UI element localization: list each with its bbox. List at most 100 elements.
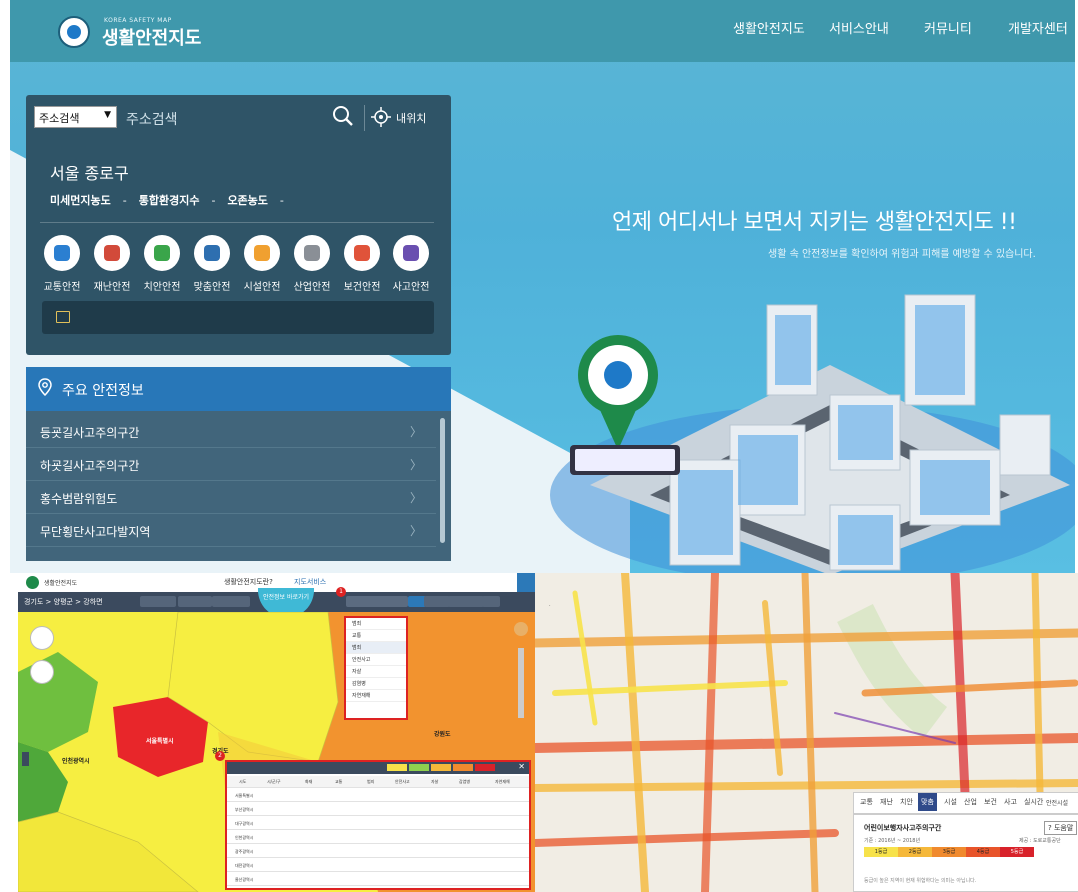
annotation-badge-2: 2 bbox=[215, 751, 225, 761]
dropdown-item[interactable]: 범죄 bbox=[346, 618, 406, 630]
compass-icon[interactable] bbox=[514, 622, 528, 636]
risk-legend: 어린이보행자사고주의구간 ? 도움말 기준 : 2016년 ~ 2018년 제공… bbox=[853, 814, 1078, 892]
category-accident-safety[interactable]: 사고안전 bbox=[388, 235, 434, 293]
category-industrial-safety[interactable]: 산업안전 bbox=[289, 235, 335, 293]
toggle-button[interactable] bbox=[482, 596, 500, 607]
what-is-map-link[interactable]: 생활안전지도란? bbox=[224, 577, 273, 587]
table-row[interactable]: 대전광역시 bbox=[227, 860, 529, 872]
tab-police[interactable]: 치안 bbox=[900, 797, 913, 807]
dropdown-item[interactable]: 교통 bbox=[346, 630, 406, 642]
table-toolbar: ✕ bbox=[227, 762, 529, 774]
grade-chip bbox=[431, 764, 451, 771]
filter-button[interactable] bbox=[212, 596, 250, 607]
list-item[interactable]: 등굣길사고주의구간 〉 bbox=[26, 415, 436, 448]
tab-accident[interactable]: 사고 bbox=[1004, 797, 1017, 807]
toggle-button[interactable] bbox=[424, 596, 450, 607]
category-facility-safety[interactable]: 시설안전 bbox=[239, 235, 285, 293]
nav-item-safety-map[interactable]: 생활안전지도 bbox=[733, 18, 805, 37]
search-input[interactable]: 주소검색 bbox=[126, 109, 178, 129]
nav-item-developer-center[interactable]: 개발자센터 bbox=[1008, 18, 1068, 37]
tab-facility[interactable]: 시설 bbox=[944, 797, 957, 807]
notice-bar[interactable] bbox=[42, 301, 434, 334]
table-header-cell: 안전사고 bbox=[395, 779, 410, 784]
tab-realtime[interactable]: 실시간 bbox=[1024, 797, 1043, 807]
table-row[interactable]: 대구광역시 bbox=[227, 818, 529, 830]
region-cell: 대전광역시 bbox=[235, 863, 254, 868]
panel-toggle-handle[interactable] bbox=[22, 752, 29, 766]
medkit-icon bbox=[344, 235, 380, 271]
category-health-safety[interactable]: 보건안전 bbox=[339, 235, 385, 293]
dropdown-item[interactable]: 안전사고 bbox=[346, 654, 406, 666]
ozone-label: 오존농도 bbox=[227, 194, 268, 207]
table-header-cell: 화재 bbox=[305, 779, 313, 784]
car-icon bbox=[44, 235, 80, 271]
list-item[interactable]: 무단횡단사고다발지역 〉 bbox=[26, 514, 436, 547]
environment-index-label: 통합환경지수 bbox=[138, 194, 200, 207]
category-tabs: 교통 재난 치안 맞춤 시설 산업 보건 사고 실시간 안전시설 bbox=[853, 792, 1078, 814]
category-label: 맞춤안전 bbox=[193, 282, 231, 293]
dropdown-item[interactable]: 자살 bbox=[346, 666, 406, 678]
table-row[interactable]: 울산광역시 bbox=[227, 874, 529, 886]
gear-icon[interactable] bbox=[517, 573, 535, 592]
map-label-incheon: 인천광역시 bbox=[62, 758, 90, 765]
list-item[interactable]: 하굣길사고주의구간 〉 bbox=[26, 448, 436, 481]
map-poi-label: · bbox=[549, 603, 551, 609]
location-info-button[interactable] bbox=[30, 660, 54, 684]
nav-item-community[interactable]: 커뮤니티 bbox=[924, 18, 972, 37]
my-location-button[interactable]: 내위치 bbox=[396, 110, 426, 126]
table-row[interactable]: 부산광역시 bbox=[227, 804, 529, 816]
chevron-right-icon: 〉 bbox=[409, 458, 422, 472]
dropdown-item[interactable]: 자연재해 bbox=[346, 690, 406, 702]
scrollbar[interactable] bbox=[440, 418, 445, 543]
map-toolbar: 경기도 > 양평군 > 강하면 안전정보 바로가기 bbox=[18, 588, 535, 618]
filter-button[interactable] bbox=[140, 596, 176, 607]
logo-title[interactable]: 생활안전지도 bbox=[102, 24, 201, 50]
list-item[interactable]: 홍수범람위험도 〉 bbox=[26, 481, 436, 514]
category-label: 사고안전 bbox=[392, 282, 430, 293]
search-type-value: 주소검색 bbox=[39, 112, 80, 125]
map-label-gangwon: 강원도 bbox=[434, 731, 451, 738]
category-select[interactable] bbox=[346, 596, 408, 607]
category-label: 치안안전 bbox=[143, 282, 181, 293]
tab-custom-active[interactable]: 맞춤 bbox=[918, 793, 937, 811]
tab-safety-facility[interactable]: 안전시설 bbox=[1046, 798, 1068, 807]
cone-icon bbox=[244, 235, 280, 271]
tab-disaster[interactable]: 재난 bbox=[880, 797, 893, 807]
category-police-safety[interactable]: 치안안전 bbox=[139, 235, 185, 293]
table-row[interactable]: 서울특별시 bbox=[227, 790, 529, 802]
table-row[interactable]: 광주광역시 bbox=[227, 846, 529, 858]
grade-chip bbox=[387, 764, 407, 771]
search-row: 주소검색 ▼ 주소검색 내위치 bbox=[34, 105, 434, 131]
tab-industrial[interactable]: 산업 bbox=[964, 797, 977, 807]
dropdown-item[interactable]: 범죄 bbox=[346, 642, 406, 654]
help-button[interactable]: ? 도움말 bbox=[1044, 821, 1078, 835]
tab-traffic[interactable]: 교통 bbox=[860, 797, 873, 807]
close-icon[interactable]: ✕ bbox=[518, 762, 525, 771]
table-header-row: 시도 시/군/구 화재 교통 범죄 안전사고 자살 감염병 자연재해 bbox=[227, 776, 529, 788]
tab-health[interactable]: 보건 bbox=[984, 797, 997, 807]
family-icon bbox=[194, 235, 230, 271]
legend-period: 기준 : 2016년 ~ 2018년 bbox=[864, 838, 921, 844]
toggle-button[interactable] bbox=[448, 596, 484, 607]
zoom-slider[interactable] bbox=[518, 648, 524, 718]
breadcrumb[interactable]: 경기도 > 양평군 > 강하면 bbox=[24, 597, 103, 607]
korea-safety-map-logo-icon[interactable] bbox=[58, 16, 90, 48]
dropdown-item[interactable]: 감염병 bbox=[346, 678, 406, 690]
table-row[interactable]: 인천광역시 bbox=[227, 832, 529, 844]
environment-index-value: - bbox=[211, 194, 216, 207]
safety-facility-button[interactable] bbox=[30, 626, 54, 650]
region-cell: 부산광역시 bbox=[235, 807, 254, 812]
divider bbox=[364, 105, 365, 131]
search-icon[interactable] bbox=[332, 105, 354, 127]
table-header-cell: 자살 bbox=[431, 779, 439, 784]
chevron-right-icon: 〉 bbox=[409, 425, 422, 439]
map-service-link[interactable]: 지도서비스 bbox=[294, 577, 326, 587]
category-custom-safety[interactable]: 맞춤안전 bbox=[189, 235, 235, 293]
category-traffic-safety[interactable]: 교통안전 bbox=[39, 235, 85, 293]
filter-button[interactable] bbox=[178, 596, 212, 607]
region-cell: 대구광역시 bbox=[235, 821, 254, 826]
search-type-select[interactable]: 주소검색 ▼ bbox=[34, 106, 117, 128]
category-disaster-safety[interactable]: 재난안전 bbox=[89, 235, 135, 293]
target-location-icon[interactable] bbox=[371, 107, 391, 127]
nav-item-service-guide[interactable]: 서비스안내 bbox=[829, 18, 889, 37]
